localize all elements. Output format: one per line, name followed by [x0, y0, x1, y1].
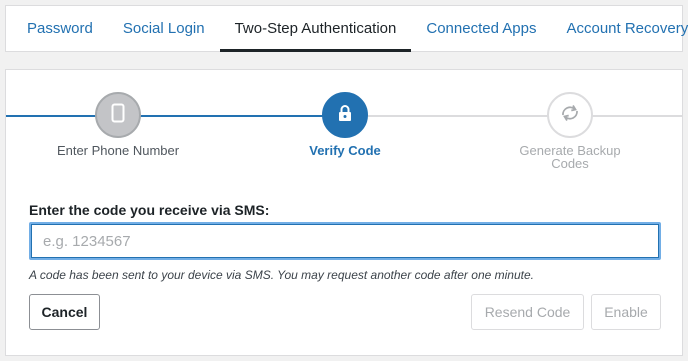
tab-password[interactable]: Password: [12, 6, 108, 51]
enable-button[interactable]: Enable: [591, 294, 661, 330]
sms-code-input[interactable]: [29, 222, 661, 260]
tab-connected-apps[interactable]: Connected Apps: [411, 6, 551, 51]
step-circle-active: [322, 92, 368, 138]
phone-icon: [111, 103, 125, 128]
sms-code-label: Enter the code you receive via SMS:: [29, 202, 270, 218]
lock-icon: [338, 104, 352, 127]
step-verify-code: Verify Code: [275, 70, 415, 157]
sms-sent-hint: A code has been sent to your device via …: [29, 268, 534, 282]
step-circle-pending: [547, 92, 593, 138]
step-enter-phone: Enter Phone Number: [48, 70, 188, 157]
cancel-button[interactable]: Cancel: [29, 294, 100, 330]
step-label: Verify Code: [309, 143, 381, 158]
tab-two-step-authentication[interactable]: Two-Step Authentication: [219, 6, 412, 52]
step-generate-backup-codes: Generate Backup Codes: [500, 70, 640, 170]
tab-account-recovery[interactable]: Account Recovery: [551, 6, 688, 51]
settings-tabs: Password Social Login Two-Step Authentic…: [5, 5, 688, 52]
tab-social-login[interactable]: Social Login: [108, 6, 220, 51]
step-label: Enter Phone Number: [56, 143, 180, 158]
step-circle-completed: [95, 92, 141, 138]
resend-code-button[interactable]: Resend Code: [471, 294, 584, 330]
refresh-icon: [559, 104, 581, 127]
two-step-setup-card: Enter Phone Number Verify Code Generate …: [5, 69, 683, 356]
step-label: Generate Backup Codes: [519, 143, 621, 171]
